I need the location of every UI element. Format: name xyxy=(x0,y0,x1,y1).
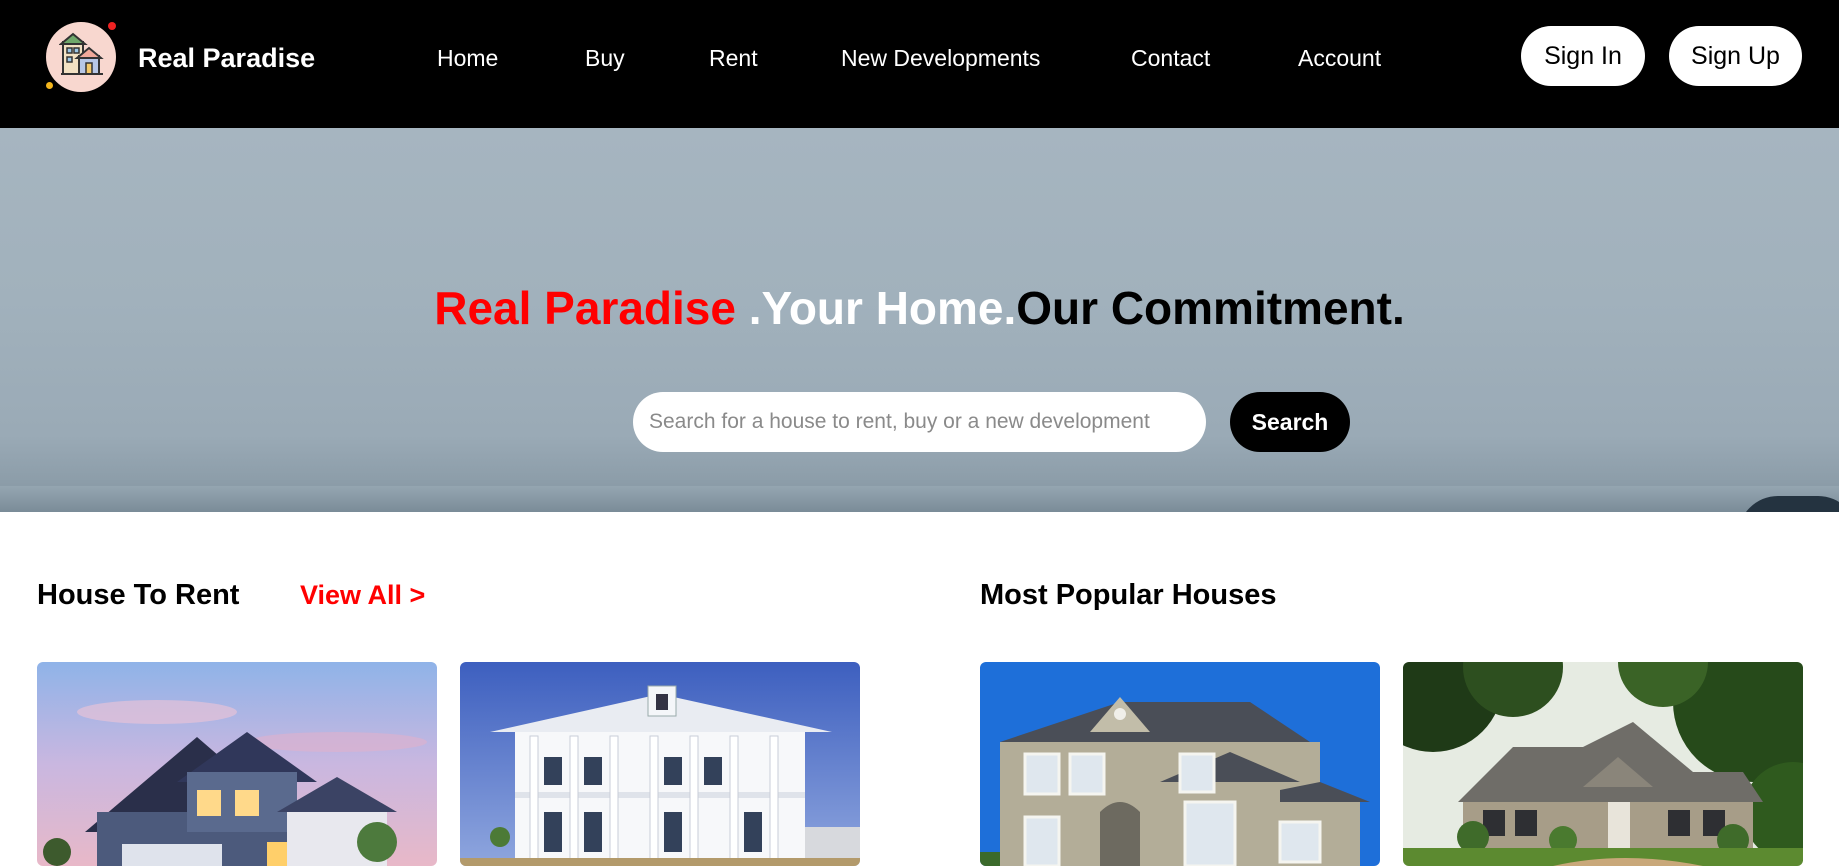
rent-house-card[interactable] xyxy=(460,662,860,866)
house-photo xyxy=(1403,662,1803,866)
nav-link-rent[interactable]: Rent xyxy=(709,44,758,72)
house-logo-icon[interactable] xyxy=(46,22,118,94)
most-popular-title: Most Popular Houses xyxy=(980,579,1277,611)
search-input[interactable] xyxy=(633,392,1206,452)
hero-headline: Real Paradise .Your Home.Our Commitment. xyxy=(0,280,1839,336)
house-photo xyxy=(980,662,1380,866)
house-photo xyxy=(37,662,437,866)
nav-link-buy[interactable]: Buy xyxy=(585,44,625,72)
sign-up-button[interactable]: Sign Up xyxy=(1669,26,1802,86)
headline-commitment: Our Commitment. xyxy=(1016,282,1405,334)
nav-link-contact[interactable]: Contact xyxy=(1131,44,1210,72)
view-all-link[interactable]: View All > xyxy=(300,578,425,612)
hero-banner: Real Paradise .Your Home.Our Commitment.… xyxy=(0,128,1839,512)
house-to-rent-title: House To Rent xyxy=(37,579,240,611)
brand-name[interactable]: Real Paradise xyxy=(138,42,315,74)
nav-link-account[interactable]: Account xyxy=(1298,44,1381,72)
headline-your-home: .Your Home. xyxy=(748,282,1017,334)
house-photo xyxy=(460,662,860,866)
nav-link-new-developments[interactable]: New Developments xyxy=(841,44,1040,72)
headline-brand: Real Paradise xyxy=(434,282,749,334)
popular-house-card[interactable] xyxy=(1403,662,1803,866)
navbar: Real Paradise Home Buy Rent New Developm… xyxy=(0,0,1839,128)
search-button[interactable]: Search xyxy=(1230,392,1350,452)
rent-house-card[interactable] xyxy=(37,662,437,866)
nav-link-home[interactable]: Home xyxy=(437,44,498,72)
house-icon xyxy=(59,32,104,75)
popular-house-card[interactable] xyxy=(980,662,1380,866)
sign-in-button[interactable]: Sign In xyxy=(1521,26,1645,86)
